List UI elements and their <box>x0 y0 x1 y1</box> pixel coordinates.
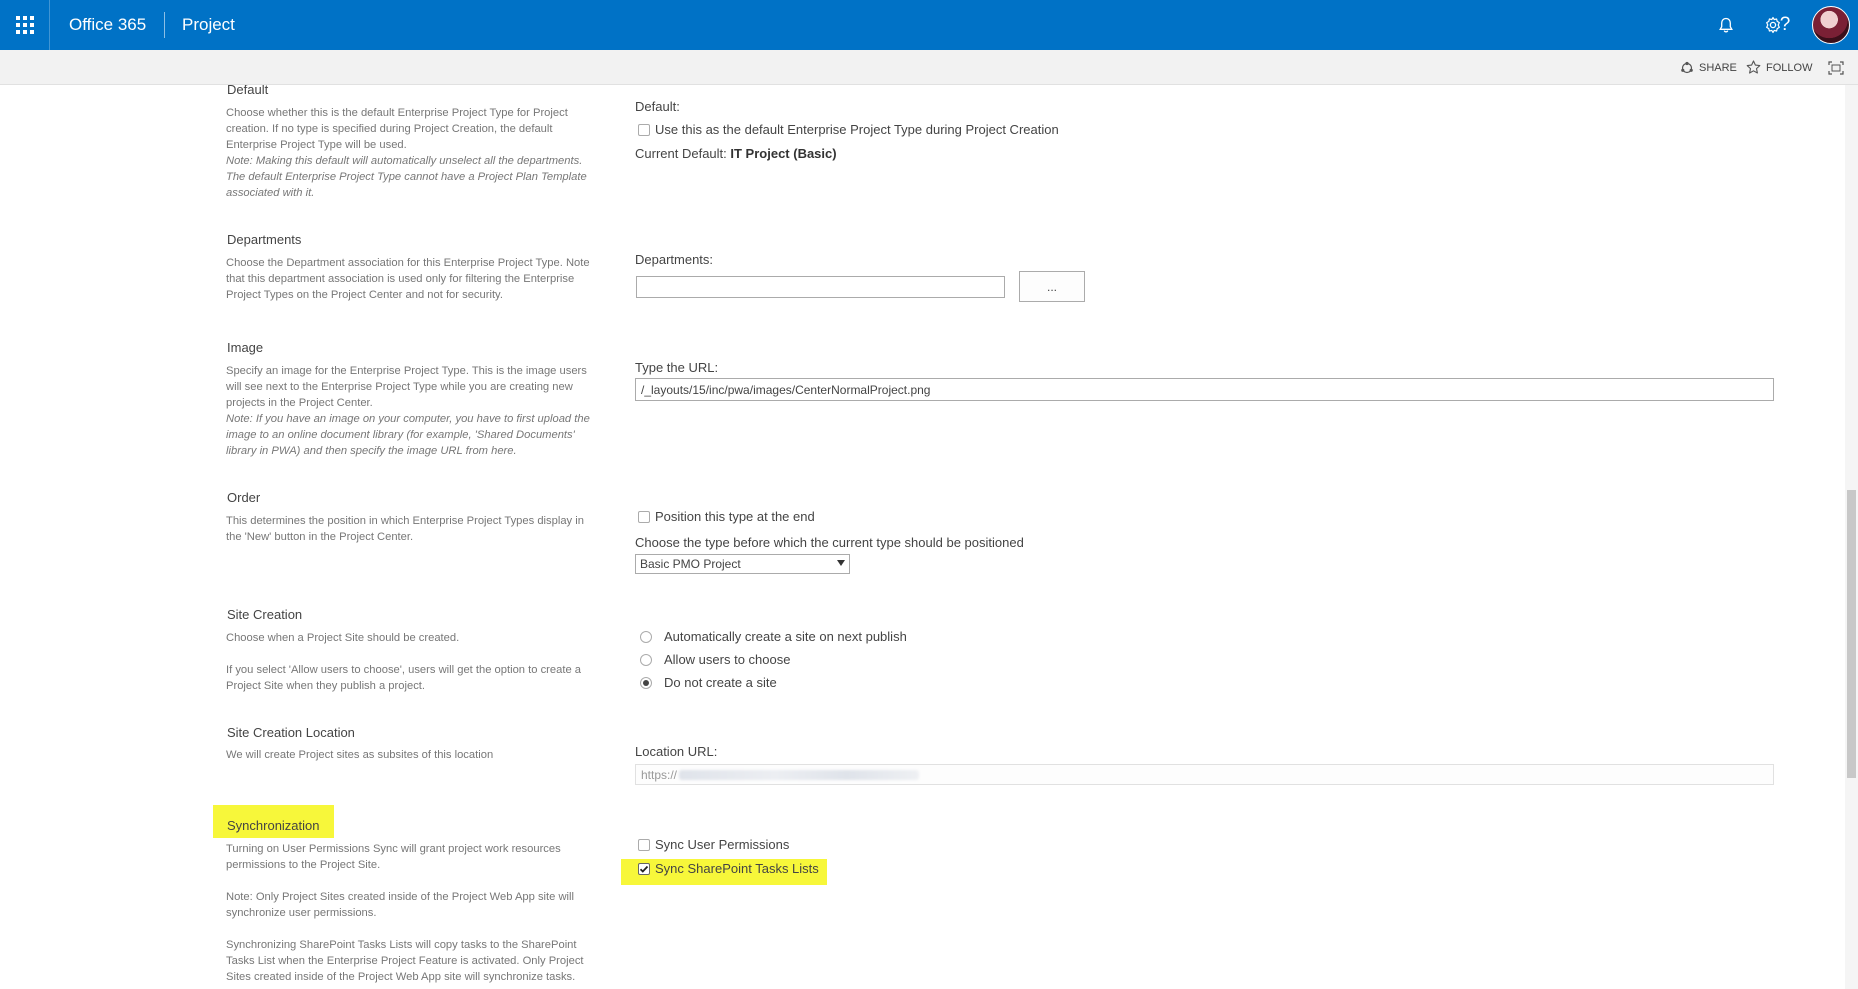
sync-tasks-row[interactable]: Sync SharePoint Tasks Lists <box>638 861 819 876</box>
section-title-site-location: Site Creation Location <box>227 725 355 740</box>
section-title-order: Order <box>227 490 261 505</box>
order-select-label: Choose the type before which the current… <box>635 535 1024 550</box>
checkmark-icon <box>639 865 649 873</box>
sync-tasks-checkbox[interactable] <box>638 862 650 875</box>
section-desc-site-creation: Choose when a Project Site should be cre… <box>226 630 591 694</box>
section-desc-sync: Turning on User Permissions Sync will gr… <box>226 841 591 985</box>
sync-desc-2: Note: Only Project Sites created inside … <box>226 891 575 919</box>
site-creation-desc-2: If you select 'Allow users to choose', u… <box>226 664 581 692</box>
focus-on-content-button[interactable] <box>1828 50 1844 85</box>
section-title-departments: Departments <box>227 232 302 247</box>
location-field-label: Location URL: <box>635 744 718 759</box>
default-desc-text: Choose whether this is the default Enter… <box>226 107 568 151</box>
section-desc-order: This determines the position in which En… <box>226 515 584 543</box>
site-option-allow-radio[interactable] <box>640 653 652 666</box>
section-desc-image: Specify an image for the Enterprise Proj… <box>226 363 591 459</box>
brand-divider <box>164 12 165 38</box>
star-icon <box>1746 60 1761 74</box>
sync-desc-1: Turning on User Permissions Sync will gr… <box>226 843 561 871</box>
departments-input[interactable] <box>636 276 1005 298</box>
default-checkbox-label: Use this as the default Enterprise Proje… <box>655 122 1059 137</box>
site-option-auto-label: Automatically create a site on next publ… <box>664 629 907 644</box>
current-default: Current Default: IT Project (Basic) <box>635 146 837 161</box>
bell-icon <box>1719 17 1733 32</box>
site-option-allow-label: Allow users to choose <box>664 652 791 667</box>
ribbon-bar: SHARE FOLLOW <box>0 50 1858 85</box>
redacted-url <box>679 769 920 780</box>
position-type-value: Basic PMO Project <box>640 557 741 571</box>
share-button[interactable]: SHARE <box>1680 50 1737 85</box>
sync-user-perm-row[interactable]: Sync User Permissions <box>638 837 789 852</box>
sync-tasks-label: Sync SharePoint Tasks Lists <box>655 861 819 876</box>
section-desc-departments: Choose the Department association for th… <box>226 257 590 301</box>
departments-browse-button[interactable]: ... <box>1019 271 1085 302</box>
position-end-checkbox[interactable] <box>638 510 650 523</box>
default-checkbox[interactable] <box>638 123 650 136</box>
position-end-label: Position this type at the end <box>655 509 815 524</box>
brand-link[interactable]: Office 365 <box>69 0 146 50</box>
current-default-value: IT Project (Basic) <box>730 146 837 161</box>
sync-desc-3: Synchronizing SharePoint Tasks Lists wil… <box>226 939 584 983</box>
follow-button[interactable]: FOLLOW <box>1746 50 1812 85</box>
section-title-sync: Synchronization <box>227 818 320 833</box>
image-desc-note: Note: If you have an image on your compu… <box>226 413 590 457</box>
fullscreen-icon <box>1828 60 1844 75</box>
default-checkbox-row[interactable]: Use this as the default Enterprise Proje… <box>638 122 1059 137</box>
location-url-input: https:// <box>635 764 1774 785</box>
order-checkbox-row[interactable]: Position this type at the end <box>638 509 815 524</box>
user-avatar[interactable] <box>1812 6 1850 44</box>
notifications-button[interactable] <box>1713 12 1739 38</box>
default-desc-note: Note: Making this default will automatic… <box>226 155 587 199</box>
image-field-label: Type the URL: <box>635 360 719 375</box>
waffle-icon <box>15 16 34 34</box>
image-url-input[interactable]: /_layouts/15/inc/pwa/images/CenterNormal… <box>635 378 1774 401</box>
site-option-none[interactable]: Do not create a site <box>640 675 777 690</box>
help-button[interactable]: ? <box>1772 12 1798 38</box>
app-launcher-button[interactable] <box>0 0 50 50</box>
site-creation-desc-1: Choose when a Project Site should be cre… <box>226 632 460 644</box>
site-option-none-radio[interactable] <box>640 676 652 689</box>
section-title-default: Default <box>227 85 269 97</box>
page-scrollbar[interactable] <box>1845 85 1858 989</box>
location-url-prefix: https:// <box>641 767 678 782</box>
follow-label: FOLLOW <box>1766 61 1813 74</box>
settings-form: Default Choose whether this is the defau… <box>0 85 1845 989</box>
site-option-auto-radio[interactable] <box>640 630 652 643</box>
section-title-site-creation: Site Creation <box>227 607 303 622</box>
share-icon <box>1681 61 1693 73</box>
default-field-label: Default: <box>635 99 680 114</box>
section-title-image: Image <box>227 340 264 355</box>
suite-bar: Office 365 Project ? <box>0 0 1858 50</box>
section-desc-default: Choose whether this is the default Enter… <box>226 105 591 201</box>
scrollbar-thumb[interactable] <box>1847 490 1856 778</box>
section-desc-site-location: We will create Project sites as subsites… <box>226 749 494 761</box>
position-type-select[interactable]: Basic PMO Project <box>635 554 850 574</box>
sync-user-perm-label: Sync User Permissions <box>655 837 790 852</box>
site-option-allow[interactable]: Allow users to choose <box>640 652 790 667</box>
site-option-none-label: Do not create a site <box>664 675 777 690</box>
share-label: SHARE <box>1699 61 1737 74</box>
departments-field-label: Departments: <box>635 252 714 267</box>
question-mark-icon: ? <box>1779 14 1791 35</box>
image-desc-text: Specify an image for the Enterprise Proj… <box>226 365 587 409</box>
sync-user-perm-checkbox[interactable] <box>638 838 650 851</box>
chevron-down-icon <box>837 560 845 566</box>
site-option-auto[interactable]: Automatically create a site on next publ… <box>640 629 907 644</box>
current-default-label: Current Default: <box>635 146 727 161</box>
app-name-link[interactable]: Project <box>182 0 235 50</box>
